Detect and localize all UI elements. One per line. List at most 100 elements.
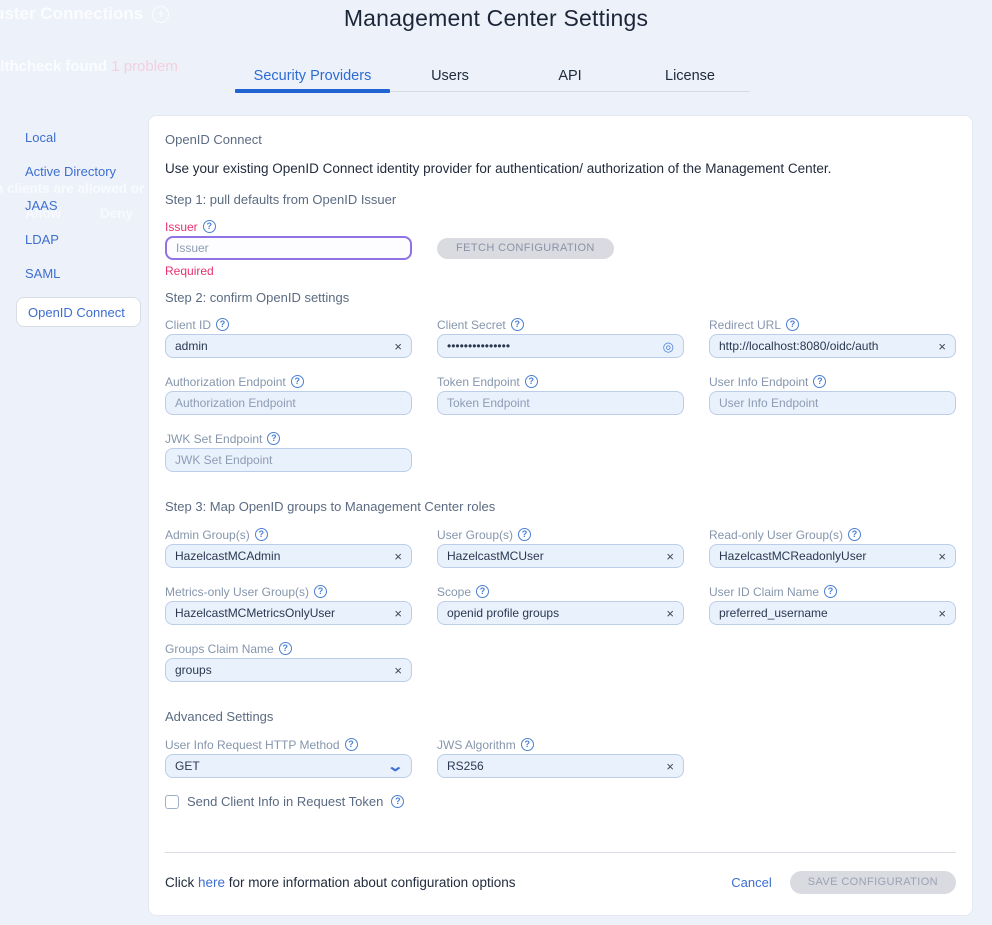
sidebar-item-jaas[interactable]: JAAS [16,195,141,215]
help-icon[interactable]: ? [255,528,268,541]
authorization-endpoint-input[interactable]: Authorization Endpoint [165,391,412,415]
help-icon[interactable]: ? [813,375,826,388]
cancel-button[interactable]: Cancel [731,875,771,890]
advanced-settings-heading: Advanced Settings [165,709,956,724]
fetch-configuration-button[interactable]: FETCH CONFIGURATION [437,238,614,259]
ghost-healthcheck-text: althcheck found [0,58,111,75]
readonly-user-groups-value: HazelcastMCReadonlyUser [719,549,932,563]
user-info-http-method-select[interactable]: GET ⌄ [165,754,412,778]
token-endpoint-input[interactable]: Token Endpoint [437,391,684,415]
groups-claim-name-value: groups [175,663,388,677]
help-icon[interactable]: ? [216,318,229,331]
jws-algorithm-value: RS256 [447,759,660,773]
tab-security-providers[interactable]: Security Providers [235,64,390,92]
help-icon[interactable]: ? [511,318,524,331]
send-client-info-checkbox[interactable] [165,795,179,809]
help-icon[interactable]: ? [279,642,292,655]
readonly-user-groups-input[interactable]: HazelcastMCReadonlyUser × [709,544,956,568]
user-info-http-method-value: GET [175,759,383,773]
ghost-healthcheck: althcheck found 1 problem [0,58,178,75]
help-icon[interactable]: ? [291,375,304,388]
clear-icon[interactable]: × [666,760,674,773]
user-info-endpoint-input[interactable]: User Info Endpoint [709,391,956,415]
footer-click-text: Click [165,875,194,890]
authorization-endpoint-field: Authorization Endpoint ? Authorization E… [165,374,412,415]
clear-icon[interactable]: × [938,550,946,563]
help-icon[interactable]: ? [203,220,216,233]
help-icon[interactable]: ? [267,432,280,445]
ghost-problem-text: 1 problem [111,58,178,75]
panel-footer: Click here for more information about co… [165,870,956,894]
help-icon[interactable]: ? [525,375,538,388]
clear-icon[interactable]: × [938,607,946,620]
token-endpoint-field: Token Endpoint ? Token Endpoint [437,374,684,415]
admin-groups-label: Admin Group(s) ? [165,527,412,542]
admin-groups-input[interactable]: HazelcastMCAdmin × [165,544,412,568]
help-icon[interactable]: ? [314,585,327,598]
help-icon[interactable]: ? [786,318,799,331]
tab-license[interactable]: License [630,64,750,92]
row-client: Client ID ? admin × Client Secret ? ••••… [165,317,956,358]
help-icon[interactable]: ? [521,738,534,751]
scope-input[interactable]: openid profile groups × [437,601,684,625]
metrics-user-groups-label-text: Metrics-only User Group(s) [165,585,309,599]
token-endpoint-label-text: Token Endpoint [437,375,520,389]
tab-api[interactable]: API [510,64,630,92]
settings-tabs: Security Providers Users API License [235,64,750,92]
jwk-set-endpoint-input[interactable]: JWK Set Endpoint [165,448,412,472]
row-advanced: User Info Request HTTP Method ? GET ⌄ JW… [165,737,956,778]
client-secret-input[interactable]: ••••••••••••••• ◎ [437,334,684,358]
clear-icon[interactable]: × [938,340,946,353]
footer-rest-text: for more information about configuration… [225,875,515,890]
jwk-set-endpoint-placeholder: JWK Set Endpoint [175,453,402,467]
groups-claim-name-input[interactable]: groups × [165,658,412,682]
metrics-user-groups-label: Metrics-only User Group(s) ? [165,584,412,599]
user-id-claim-name-field: User ID Claim Name ? preferred_username … [709,584,956,625]
help-icon[interactable]: ? [345,738,358,751]
clear-icon[interactable]: × [394,340,402,353]
client-secret-value: ••••••••••••••• [447,339,657,353]
redirect-url-input[interactable]: http://localhost:8080/oidc/auth × [709,334,956,358]
sidebar-item-openid-connect[interactable]: OpenID Connect [16,297,141,327]
user-info-endpoint-label-text: User Info Endpoint [709,375,808,389]
client-id-label-text: Client ID [165,318,211,332]
help-icon[interactable]: ? [824,585,837,598]
clear-icon[interactable]: × [666,550,674,563]
security-providers-sidebar: Local Active Directory JAAS LDAP SAML Op… [16,127,141,341]
jws-algorithm-label: JWS Algorithm ? [437,737,684,752]
clear-icon[interactable]: × [394,607,402,620]
user-info-http-method-field: User Info Request HTTP Method ? GET ⌄ [165,737,412,778]
help-icon[interactable]: ? [476,585,489,598]
save-configuration-button[interactable]: SAVE CONFIGURATION [790,871,956,894]
jws-algorithm-input[interactable]: RS256 × [437,754,684,778]
sidebar-item-local[interactable]: Local [16,127,141,147]
user-groups-label-text: User Group(s) [437,528,513,542]
tab-security-providers-label: Security Providers [254,68,372,84]
more-info-link[interactable]: here [198,875,225,890]
authorization-endpoint-label-text: Authorization Endpoint [165,375,286,389]
sidebar-item-ldap[interactable]: LDAP [16,229,141,249]
clear-icon[interactable]: × [394,550,402,563]
chevron-down-icon[interactable]: ⌄ [387,759,405,774]
redirect-url-value: http://localhost:8080/oidc/auth [719,339,932,353]
user-groups-input[interactable]: HazelcastMCUser × [437,544,684,568]
issuer-input[interactable]: Issuer [165,236,412,260]
help-icon[interactable]: ? [391,795,404,808]
clear-icon[interactable]: × [666,607,674,620]
row-groups-1: Admin Group(s) ? HazelcastMCAdmin × User… [165,527,956,568]
tab-users[interactable]: Users [390,64,510,92]
help-icon[interactable]: ? [848,528,861,541]
active-tab-underline [235,89,390,93]
redirect-url-label: Redirect URL ? [709,317,956,332]
clear-icon[interactable]: × [394,664,402,677]
sidebar-item-active-directory[interactable]: Active Directory [16,161,141,181]
groups-claim-name-field: Groups Claim Name ? groups × [165,641,412,682]
help-icon[interactable]: ? [518,528,531,541]
show-password-eye-icon[interactable]: ◎ [663,340,674,353]
client-secret-label: Client Secret ? [437,317,684,332]
metrics-user-groups-input[interactable]: HazelcastMCMetricsOnlyUser × [165,601,412,625]
sidebar-item-saml[interactable]: SAML [16,263,141,283]
client-id-input[interactable]: admin × [165,334,412,358]
user-info-http-method-label: User Info Request HTTP Method ? [165,737,412,752]
user-id-claim-name-input[interactable]: preferred_username × [709,601,956,625]
